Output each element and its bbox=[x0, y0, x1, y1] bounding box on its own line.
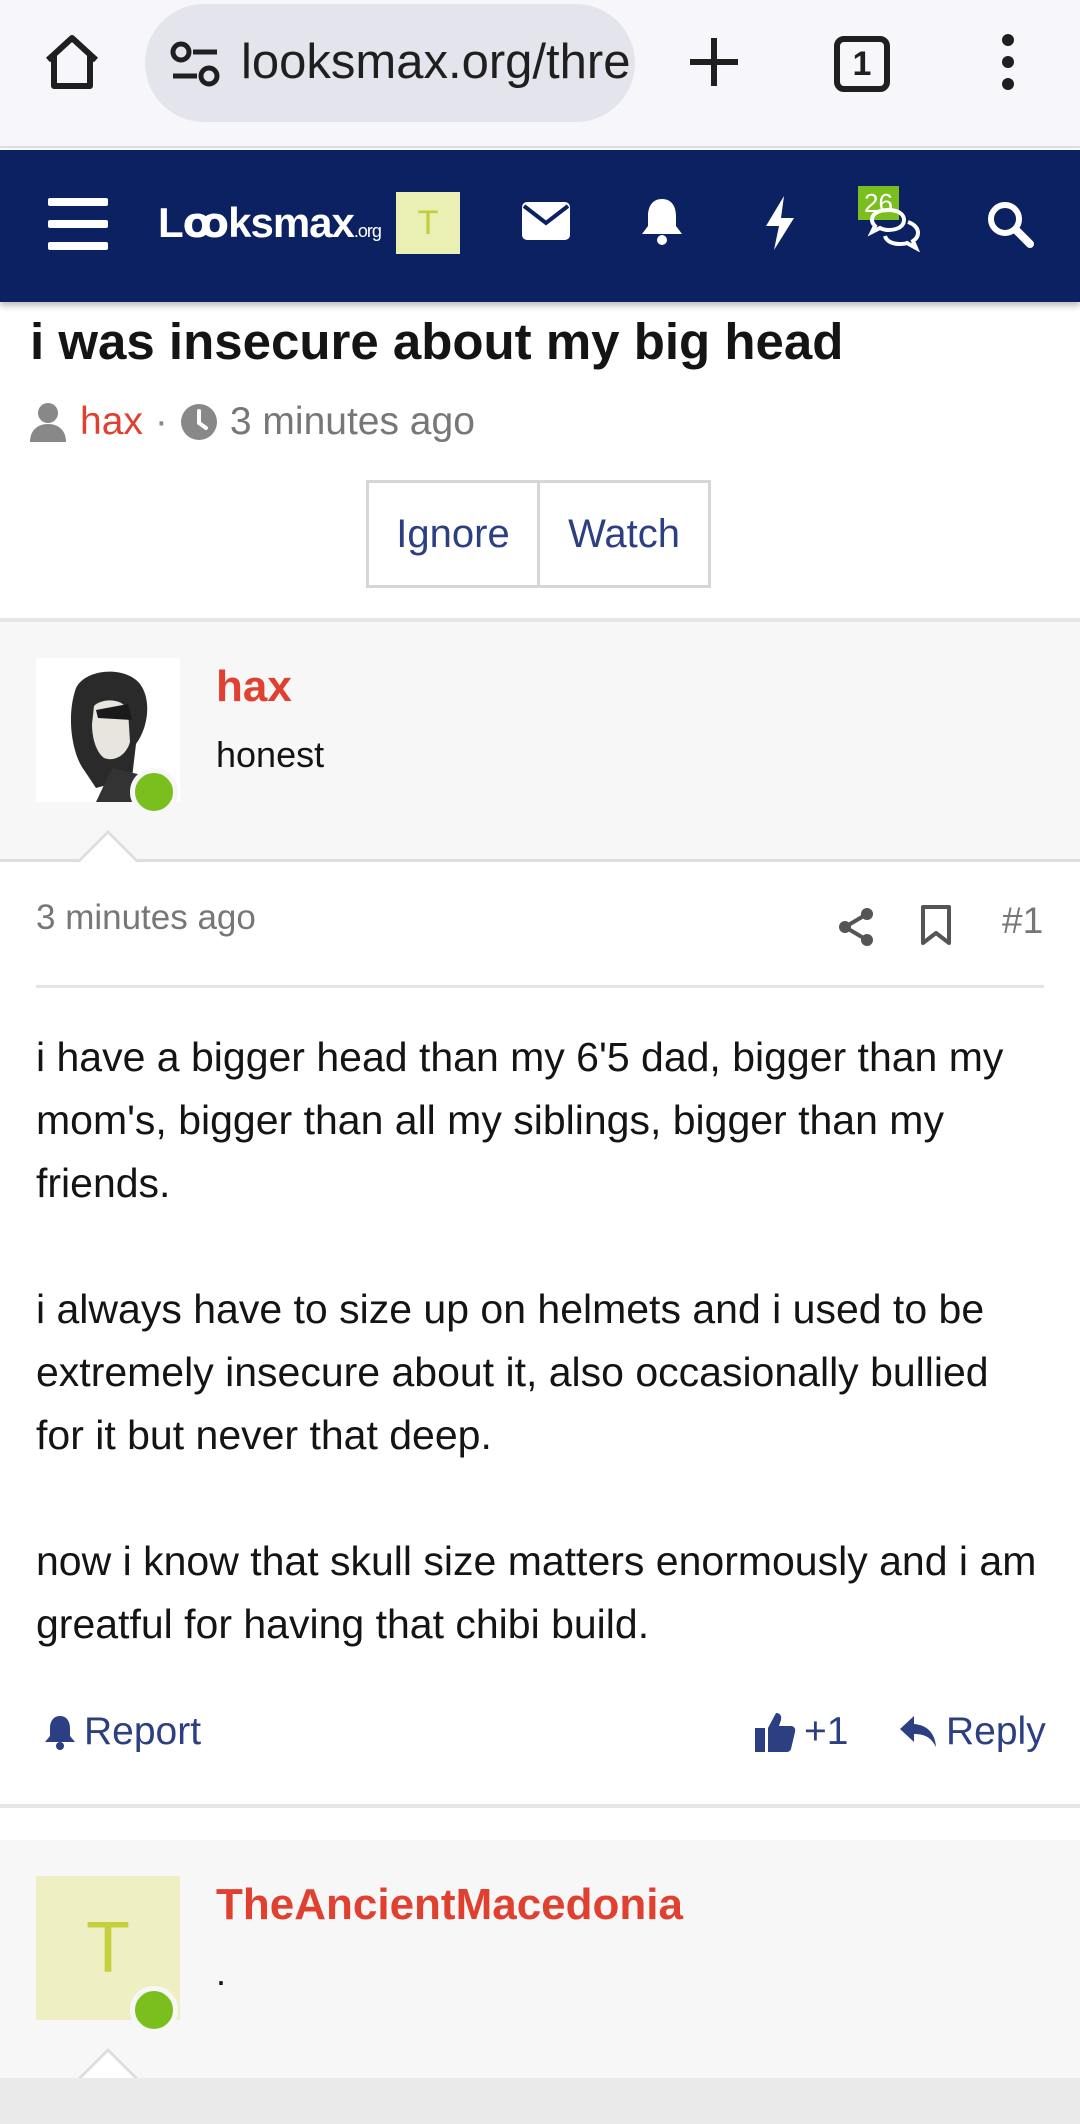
post-paragraph: i have a bigger head than my 6'5 dad, bi… bbox=[36, 1034, 1004, 1206]
online-status-dot bbox=[130, 1986, 178, 2034]
reply-arrow-icon bbox=[900, 1716, 936, 1747]
site-settings-icon[interactable] bbox=[169, 40, 221, 88]
thread-author-link[interactable]: hax bbox=[80, 400, 143, 444]
alerts-bell-icon[interactable] bbox=[640, 196, 684, 246]
post-paragraph: i always have to size up on helmets and … bbox=[36, 1286, 989, 1458]
url-text: looksmax.org/thre bbox=[241, 35, 631, 89]
search-icon[interactable] bbox=[986, 200, 1034, 248]
more-menu-icon[interactable] bbox=[990, 32, 1026, 92]
new-tab-icon[interactable] bbox=[684, 32, 744, 92]
meta-separator: · bbox=[154, 400, 168, 443]
reply-label: Reply bbox=[946, 1710, 1046, 1753]
account-avatar[interactable]: T bbox=[396, 192, 460, 254]
post-number-link[interactable]: #1 bbox=[1002, 900, 1043, 942]
message-caret-fill bbox=[78, 834, 138, 864]
post-user-block: hax honest bbox=[0, 622, 1080, 862]
reaction-count: +1 bbox=[804, 1710, 849, 1753]
user-title: honest bbox=[216, 734, 325, 775]
thread-title: i was insecure about my big head bbox=[30, 313, 844, 370]
watch-button[interactable]: Watch bbox=[537, 480, 711, 588]
report-link[interactable]: Report bbox=[44, 1706, 201, 1758]
inbox-icon[interactable] bbox=[522, 202, 570, 240]
tab-switcher-button[interactable]: 1 bbox=[834, 36, 890, 92]
bottom-nav-strip bbox=[0, 2078, 1080, 2124]
clock-icon bbox=[180, 404, 217, 440]
share-icon[interactable] bbox=[836, 902, 876, 952]
post-header-divider bbox=[36, 985, 1044, 988]
user-title: . bbox=[216, 1952, 227, 1993]
reply-button[interactable]: Reply bbox=[898, 1706, 1046, 1758]
address-bar[interactable]: looksmax.org/thre bbox=[145, 4, 635, 122]
site-logo[interactable]: Lꝏksmax.org bbox=[158, 198, 382, 247]
thumbs-up-icon bbox=[755, 1713, 796, 1752]
hamburger-menu-icon[interactable] bbox=[48, 196, 108, 252]
post-username[interactable]: TheAncientMacedonia bbox=[216, 1880, 683, 1930]
conversations-icon[interactable] bbox=[866, 206, 922, 252]
post-paragraph: now i know that skull size matters enorm… bbox=[36, 1538, 1037, 1647]
browser-toolbar: looksmax.org/thre 1 bbox=[0, 0, 1080, 148]
bookmark-icon[interactable] bbox=[920, 900, 952, 950]
site-navbar: Lꝏksmax.org T 26 bbox=[0, 150, 1080, 302]
post-username[interactable]: hax bbox=[216, 662, 292, 712]
online-status-dot bbox=[130, 768, 178, 816]
thread-actions: Ignore Watch bbox=[366, 480, 711, 588]
thread-time[interactable]: 3 minutes ago bbox=[230, 400, 475, 444]
report-label: Report bbox=[84, 1710, 202, 1753]
post-content: i have a bigger head than my 6'5 dad, bi… bbox=[36, 1026, 1046, 1719]
user-icon bbox=[30, 403, 66, 442]
thread-meta: hax · 3 minutes ago bbox=[30, 398, 475, 446]
whats-new-bolt-icon[interactable] bbox=[762, 196, 798, 250]
ignore-button[interactable]: Ignore bbox=[366, 480, 540, 588]
post-time[interactable]: 3 minutes ago bbox=[36, 898, 256, 938]
report-bell-icon bbox=[45, 1716, 75, 1750]
home-icon[interactable] bbox=[40, 30, 104, 94]
reaction-button[interactable]: +1 bbox=[754, 1706, 848, 1758]
post-divider bbox=[0, 1804, 1080, 1808]
